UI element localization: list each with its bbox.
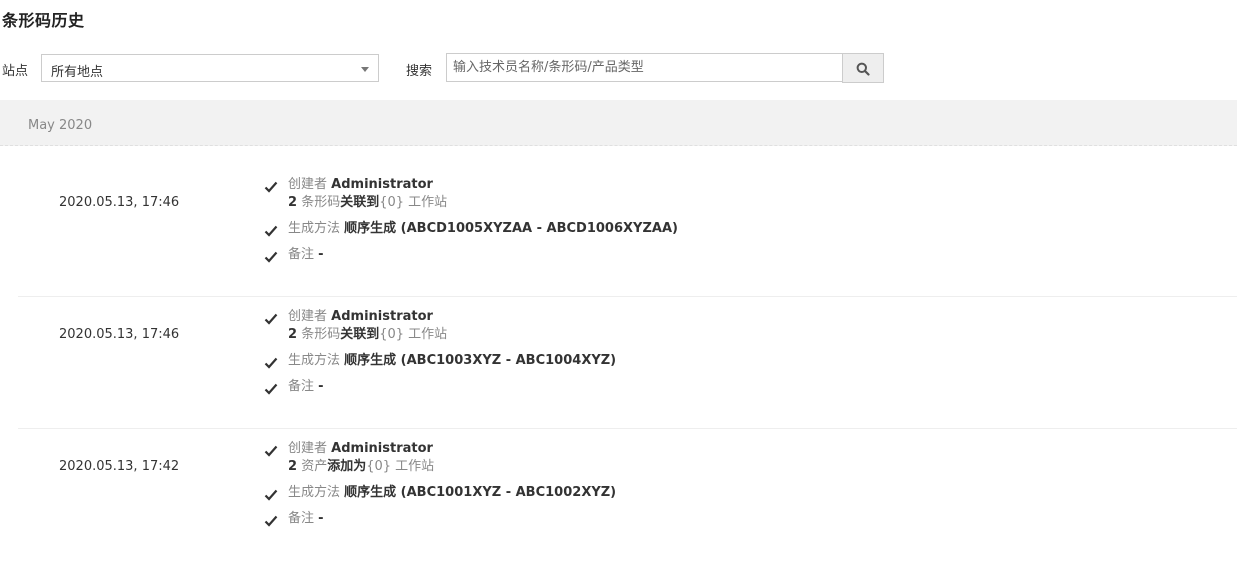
check-icon [264, 515, 278, 527]
check-icon [264, 489, 278, 501]
check-icon [264, 251, 278, 263]
history-entry: 2020.05.13, 17:42 创建者 Administrator 2 资产… [18, 428, 1237, 560]
search-icon [856, 62, 870, 76]
item-count: 2 [288, 195, 298, 210]
item-count: 2 [288, 327, 298, 342]
note-value: - [318, 511, 324, 526]
method-label: 生成方法 [288, 221, 341, 236]
target-text: {0} 工作站 [379, 195, 448, 210]
site-select-value: 所有地点 [51, 65, 104, 80]
note-value: - [318, 379, 324, 394]
barcode-history-page: 条形码历史 站点 所有地点 搜索 May 2020 2020.05.13, 17… [0, 0, 1237, 569]
note-label: 备注 [288, 247, 315, 262]
entry-time: 2020.05.13, 17:42 [59, 459, 180, 474]
creator-name: Administrator [331, 177, 433, 192]
check-icon [264, 313, 278, 325]
check-icon [264, 357, 278, 369]
entry-time: 2020.05.13, 17:46 [59, 327, 180, 342]
page-title: 条形码历史 [2, 11, 85, 30]
month-label: May 2020 [28, 118, 93, 133]
target-text: {0} 工作站 [366, 459, 435, 474]
creator-label: 创建者 [288, 177, 328, 192]
site-select[interactable]: 所有地点 [41, 54, 379, 82]
site-label: 站点 [2, 64, 29, 79]
caret-down-icon [361, 67, 369, 72]
action-text: 添加为 [327, 459, 367, 474]
search-label: 搜索 [406, 64, 433, 79]
search-button[interactable] [842, 53, 884, 83]
creator-name: Administrator [331, 309, 433, 324]
check-icon [264, 181, 278, 193]
history-entry: 2020.05.13, 17:46 创建者 Administrator 2 条形… [18, 296, 1237, 429]
item-type: 条形码 [301, 327, 341, 342]
method-label: 生成方法 [288, 353, 341, 368]
item-type: 资产 [301, 459, 328, 474]
method-value: 顺序生成 (ABC1003XYZ - ABC1004XYZ) [344, 353, 617, 368]
creator-name: Administrator [331, 441, 433, 456]
check-icon [264, 383, 278, 395]
method-label: 生成方法 [288, 485, 341, 500]
note-value: - [318, 247, 324, 262]
creator-label: 创建者 [288, 309, 328, 324]
filter-bar: 站点 所有地点 搜索 [0, 53, 900, 85]
item-count: 2 [288, 459, 298, 474]
creator-label: 创建者 [288, 441, 328, 456]
note-label: 备注 [288, 379, 315, 394]
method-value: 顺序生成 (ABC1001XYZ - ABC1002XYZ) [344, 485, 617, 500]
check-icon [264, 225, 278, 237]
action-text: 关联到 [340, 327, 380, 342]
method-value: 顺序生成 (ABCD1005XYZAA - ABCD1006XYZAA) [344, 221, 678, 236]
note-label: 备注 [288, 511, 315, 526]
item-type: 条形码 [301, 195, 341, 210]
history-entry: 2020.05.13, 17:46 创建者 Administrator 2 条形… [18, 164, 1237, 297]
month-header: May 2020 [0, 100, 1237, 146]
target-text: {0} 工作站 [379, 327, 448, 342]
action-text: 关联到 [340, 195, 380, 210]
search-input[interactable] [446, 53, 843, 82]
check-icon [264, 445, 278, 457]
entry-time: 2020.05.13, 17:46 [59, 195, 180, 210]
